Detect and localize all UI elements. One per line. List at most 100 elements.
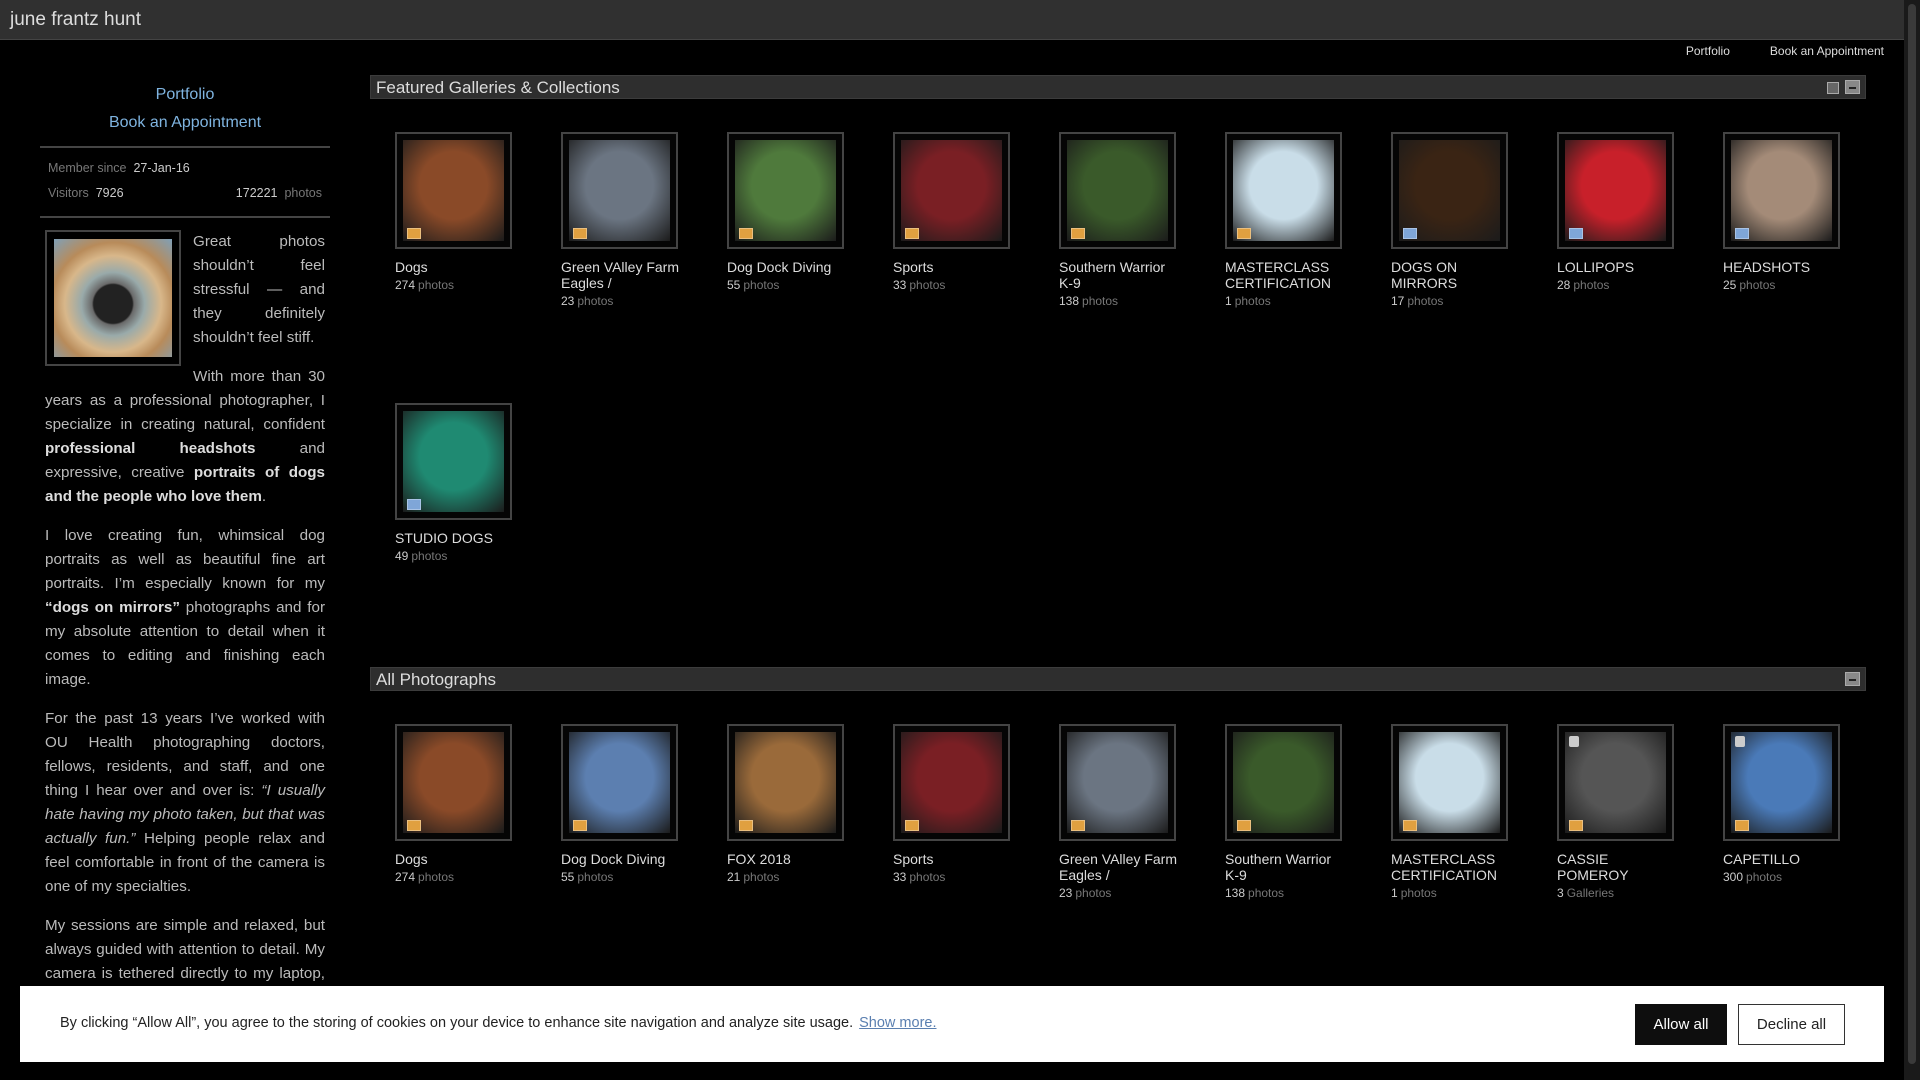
featured-section-header: Featured Galleries & Collections (370, 75, 1866, 99)
gallery-thumbnail[interactable] (1059, 724, 1176, 841)
gallery-title[interactable]: MASTERCLASS CERTIFICATION (1391, 851, 1511, 883)
nav-book-appointment[interactable]: Book an Appointment (1770, 44, 1884, 58)
gallery-thumbnail[interactable] (1225, 724, 1342, 841)
gallery-thumbnail[interactable] (727, 132, 844, 249)
rss-icon[interactable] (1827, 82, 1839, 94)
gallery-thumbnail[interactable] (395, 132, 512, 249)
gallery-title[interactable]: Green VAlley Farm Eagles / (1059, 851, 1179, 883)
gallery-thumbnail-image (1565, 140, 1666, 241)
collapse-featured-button[interactable] (1845, 80, 1860, 94)
gallery-title[interactable]: CAPETILLO (1723, 851, 1843, 867)
allow-all-button[interactable]: Allow all (1635, 1004, 1727, 1045)
gallery-title[interactable]: Dogs (395, 851, 515, 867)
gallery-tile[interactable]: Green VAlley Farm Eagles / 23 photos (1059, 724, 1225, 995)
scrollbar-thumb[interactable] (1908, 4, 1916, 1064)
gallery-thumbnail-image (901, 732, 1002, 833)
vertical-scrollbar[interactable] (1904, 0, 1920, 1080)
gallery-title[interactable]: CASSIE POMEROY (1557, 851, 1677, 883)
gallery-tile[interactable]: MASTERCLASS CERTIFICATION 1 photos (1391, 724, 1557, 995)
gallery-title[interactable]: Southern Warrior K-9 (1059, 259, 1179, 291)
gallery-tile[interactable]: Southern Warrior K-9 138 photos (1059, 132, 1225, 403)
collapse-all-photos-button[interactable] (1845, 672, 1860, 686)
gallery-tile[interactable]: STUDIO DOGS 49 photos (395, 403, 561, 674)
gallery-thumbnail[interactable] (1557, 132, 1674, 249)
gallery-tile[interactable]: MASTERCLASS CERTIFICATION 1 photos (1225, 132, 1391, 403)
gallery-tile[interactable]: Dogs 274 photos (395, 132, 561, 403)
gallery-title[interactable]: MASTERCLASS CERTIFICATION (1225, 259, 1345, 291)
bio: Great photos shouldn’t feel stressful — … (40, 230, 330, 1034)
gallery-title[interactable]: Sports (893, 851, 1013, 867)
gallery-thumbnail-image (1067, 732, 1168, 833)
gallery-title[interactable]: STUDIO DOGS (395, 530, 515, 546)
gallery-title[interactable]: Dogs (395, 259, 515, 275)
gallery-title[interactable]: DOGS ON MIRRORS (1391, 259, 1511, 291)
gallery-title[interactable]: Dog Dock Diving (561, 851, 681, 867)
gallery-icon (739, 820, 753, 831)
gallery-tile[interactable]: HEADSHOTS 25 photos (1723, 132, 1889, 403)
gallery-count: 55 photos (561, 870, 614, 884)
gallery-thumbnail[interactable] (1723, 724, 1840, 841)
all-photos-section-header: All Photographs (370, 667, 1866, 691)
gallery-tile[interactable]: Sports 33 photos (893, 724, 1059, 995)
gallery-thumbnail[interactable] (1391, 724, 1508, 841)
top-nav: Portfolio Book an Appointment (1686, 44, 1884, 58)
gallery-count: 28 photos (1557, 278, 1610, 292)
show-more-link[interactable]: Show more. (859, 1015, 936, 1031)
gallery-count: 21 photos (727, 870, 780, 884)
sidebar-link-book-appointment[interactable]: Book an Appointment (40, 114, 330, 132)
gallery-thumbnail[interactable] (561, 132, 678, 249)
decline-all-button[interactable]: Decline all (1738, 1004, 1845, 1045)
gallery-tile[interactable]: Dog Dock Diving 55 photos (727, 132, 893, 403)
gallery-thumbnail[interactable] (1723, 132, 1840, 249)
nav-portfolio[interactable]: Portfolio (1686, 44, 1730, 58)
gallery-thumbnail[interactable] (1557, 724, 1674, 841)
gallery-title[interactable]: Dog Dock Diving (727, 259, 847, 275)
gallery-icon (739, 228, 753, 239)
gallery-thumbnail[interactable] (893, 132, 1010, 249)
gallery-thumbnail[interactable] (395, 724, 512, 841)
gallery-thumbnail[interactable] (1391, 132, 1508, 249)
bio-paragraph: For the past 13 years I’ve worked with O… (45, 710, 325, 895)
gallery-tile[interactable]: Dog Dock Diving 55 photos (561, 724, 727, 995)
gallery-tile[interactable]: Sports 33 photos (893, 132, 1059, 403)
gallery-tile[interactable]: CASSIE POMEROY 3 Galleries (1557, 724, 1723, 995)
photos-total-value: 172221 (235, 186, 278, 200)
avatar-image (54, 239, 172, 357)
gallery-thumbnail[interactable] (395, 403, 512, 520)
gallery-icon (905, 820, 919, 831)
gallery-tile[interactable]: DOGS ON MIRRORS 17 photos (1391, 132, 1557, 403)
featured-section-title: Featured Galleries & Collections (376, 78, 620, 97)
gallery-thumbnail[interactable] (1225, 132, 1342, 249)
gallery-tile[interactable]: Green VAlley Farm Eagles / 23 photos (561, 132, 727, 403)
site-title[interactable]: june frantz hunt (10, 9, 141, 31)
gallery-thumbnail[interactable] (1059, 132, 1176, 249)
gallery-tile[interactable]: CAPETILLO 300 photos (1723, 724, 1889, 995)
gallery-tile[interactable]: FOX 2018 21 photos (727, 724, 893, 995)
member-since-value: 27-Jan-16 (133, 161, 190, 175)
gallery-title[interactable]: Sports (893, 259, 1013, 275)
gallery-thumbnail-image (1565, 732, 1666, 833)
collection-icon (407, 499, 421, 510)
gallery-thumbnail[interactable] (727, 724, 844, 841)
gallery-thumbnail-image (1731, 140, 1832, 241)
gallery-thumbnail-image (1399, 732, 1500, 833)
gallery-thumbnail-image (1233, 140, 1334, 241)
gallery-thumbnail-image (569, 140, 670, 241)
gallery-title[interactable]: LOLLIPOPS (1557, 259, 1677, 275)
gallery-thumbnail[interactable] (561, 724, 678, 841)
gallery-title[interactable]: HEADSHOTS (1723, 259, 1843, 275)
gallery-tile[interactable]: Southern Warrior K-9 138 photos (1225, 724, 1391, 995)
gallery-tile[interactable]: LOLLIPOPS 28 photos (1557, 132, 1723, 403)
sidebar-link-portfolio[interactable]: Portfolio (40, 86, 330, 104)
collection-icon (1569, 228, 1583, 239)
gallery-icon (1237, 228, 1251, 239)
bio-paragraph: I love creating fun, whimsical dog portr… (45, 527, 325, 688)
gallery-title[interactable]: Green VAlley Farm Eagles / (561, 259, 681, 291)
gallery-thumbnail[interactable] (893, 724, 1010, 841)
gallery-count: 138 photos (1225, 886, 1285, 900)
gallery-icon (1735, 820, 1749, 831)
gallery-icon (905, 228, 919, 239)
gallery-title[interactable]: Southern Warrior K-9 (1225, 851, 1345, 883)
gallery-title[interactable]: FOX 2018 (727, 851, 847, 867)
gallery-tile[interactable]: Dogs 274 photos (395, 724, 561, 995)
